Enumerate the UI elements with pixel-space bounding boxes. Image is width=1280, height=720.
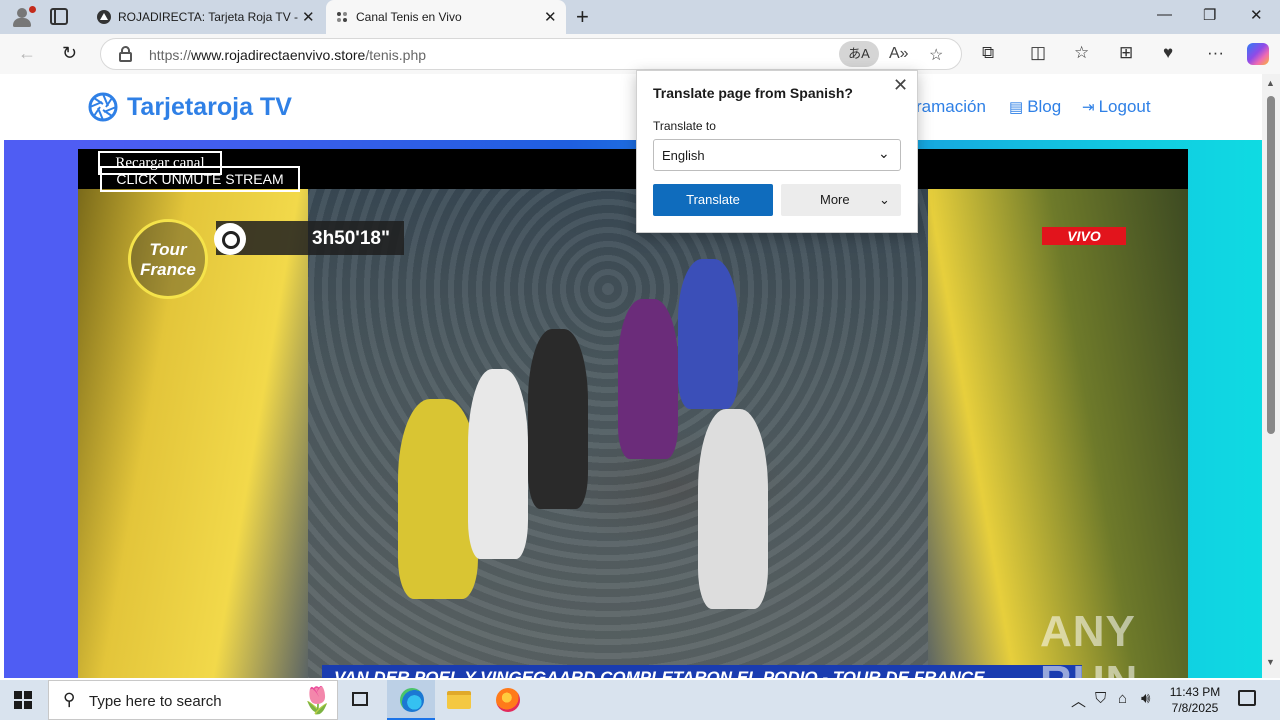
language-select[interactable]: English ⌄	[653, 139, 901, 171]
url-text: https://www.rojadirectaenvivo.store/teni…	[149, 47, 427, 63]
chevron-down-icon: ⌄	[879, 192, 890, 207]
favorites-icon[interactable]: ☆	[1074, 43, 1089, 63]
translate-to-label: Translate to	[653, 119, 716, 133]
flowers-icon: 🌷	[301, 685, 334, 715]
chevron-up-icon[interactable]: ︿	[1071, 690, 1086, 711]
tab-canal-tenis[interactable]: Canal Tenis en Vivo ✕	[326, 0, 566, 34]
player-background: 3h50'18" Tour France VIVO VAN DER POEL Y …	[4, 140, 1262, 678]
logout-icon: ⇥	[1082, 99, 1095, 116]
site-header: Tarjetaroja TV ramación ▤ Blog ⇥ Logout	[4, 74, 1262, 140]
close-tab-icon[interactable]: ✕	[544, 8, 557, 26]
scroll-up-icon[interactable]: ▲	[1266, 78, 1275, 88]
translate-button[interactable]: Translate	[653, 184, 773, 216]
more-menu-icon[interactable]: ···	[1207, 43, 1224, 63]
task-view-icon	[352, 692, 368, 706]
nav-logout[interactable]: ⇥ Logout	[1082, 97, 1151, 117]
favicon-icon	[337, 12, 347, 22]
nav-blog[interactable]: ▤ Blog	[1009, 97, 1061, 117]
browser-essentials-icon[interactable]: ♥	[1163, 43, 1173, 63]
split-screen-icon[interactable]: ◫	[1030, 43, 1046, 63]
restore-icon[interactable]: ❐	[1203, 6, 1216, 24]
edge-taskbar-button[interactable]	[387, 680, 435, 720]
minimize-icon[interactable]: —	[1157, 6, 1172, 23]
rider	[678, 259, 738, 409]
firefox-icon	[496, 688, 520, 712]
rider	[618, 299, 678, 459]
unmute-stream-button[interactable]: CLICK UNMUTE STREAM	[100, 166, 300, 192]
close-popup-icon[interactable]: ✕	[893, 75, 908, 96]
scroll-thumb[interactable]	[1267, 96, 1275, 434]
search-icon: ⚲	[63, 690, 76, 709]
firefox-button[interactable]	[484, 680, 532, 720]
collections-icon[interactable]: ⊞	[1119, 43, 1133, 63]
news-ticker: VAN DER POEL Y VINGEGAARD COMPLETARON EL…	[322, 665, 1082, 678]
stopwatch-icon	[214, 223, 246, 255]
refresh-icon[interactable]: ↻	[62, 43, 77, 64]
rider	[698, 409, 768, 609]
chevron-down-icon: ⌄	[878, 145, 890, 161]
tour-de-france-logo: Tour France	[128, 219, 208, 299]
security-icon[interactable]: ⛉	[1095, 690, 1106, 707]
rider	[528, 329, 588, 509]
page-scrollbar[interactable]: ▲ ▼	[1262, 74, 1280, 678]
favicon-icon	[97, 10, 111, 24]
tab-actions-icon[interactable]	[50, 8, 68, 25]
race-timer: 3h50'18"	[312, 228, 390, 249]
site-brand[interactable]: Tarjetaroja TV	[127, 93, 292, 122]
more-button[interactable]: More ⌄	[781, 184, 901, 216]
tab-bar: ROJADIRECTA: Tarjeta Roja TV - Pi ✕ Cana…	[0, 0, 1280, 34]
notification-icon[interactable]	[1238, 690, 1256, 706]
crowd-right	[928, 189, 1188, 678]
back-icon[interactable]: ←	[18, 43, 36, 64]
translate-popup: Translate page from Spanish? ✕ Translate…	[636, 70, 918, 233]
close-tab-icon[interactable]: ✕	[302, 8, 315, 26]
close-window-icon[interactable]: ✕	[1250, 6, 1263, 24]
edge-icon	[400, 688, 424, 712]
nav-programacion[interactable]: ramación	[916, 97, 986, 117]
new-tab-icon[interactable]: +	[576, 4, 589, 30]
web-page: Tarjetaroja TV ramación ▤ Blog ⇥ Logout 3h…	[0, 74, 1262, 678]
folder-icon	[447, 691, 471, 709]
address-bar-row: ← ↻ https://www.rojadirectaenvivo.store/…	[0, 34, 1280, 74]
translate-icon[interactable]: あA	[839, 41, 879, 67]
video-frame[interactable]: 3h50'18" Tour France VIVO VAN DER POEL Y …	[78, 189, 1188, 678]
anyrun-watermark: ANY RUN	[1040, 607, 1137, 678]
tab-rojadirecta[interactable]: ROJADIRECTA: Tarjeta Roja TV - Pi ✕	[88, 0, 324, 34]
windows-start-icon[interactable]	[14, 691, 32, 709]
address-bar[interactable]: https://www.rojadirectaenvivo.store/teni…	[100, 38, 962, 70]
scroll-down-icon[interactable]: ▼	[1266, 657, 1275, 667]
search-placeholder: Type here to search	[89, 693, 222, 710]
volume-icon[interactable]: 🔊︎	[1141, 690, 1150, 707]
rider	[398, 399, 478, 599]
tab-title: Canal Tenis en Vivo	[356, 10, 462, 24]
clock[interactable]: 11:43 PM 7/8/2025	[1160, 684, 1230, 716]
live-badge: VIVO	[1042, 227, 1126, 245]
read-aloud-icon[interactable]: A»	[889, 45, 909, 63]
rider	[468, 369, 528, 559]
task-view-button[interactable]	[336, 680, 384, 720]
aperture-logo-icon	[88, 92, 118, 122]
video-player[interactable]: 3h50'18" Tour France VIVO VAN DER POEL Y …	[78, 149, 1188, 678]
lock-icon[interactable]	[119, 46, 132, 62]
taskbar-search[interactable]: ⚲ Type here to search 🌷	[48, 680, 338, 720]
file-explorer-button[interactable]	[435, 680, 483, 720]
profile-icon[interactable]	[8, 5, 36, 29]
network-icon[interactable]: ⌂	[1118, 690, 1127, 707]
favorite-star-icon[interactable]: ☆	[929, 45, 943, 65]
copilot-icon[interactable]	[1247, 43, 1269, 65]
extensions-icon[interactable]: ⧉	[982, 43, 994, 63]
tab-title: ROJADIRECTA: Tarjeta Roja TV - Pi	[118, 10, 298, 24]
blog-icon: ▤	[1009, 99, 1024, 116]
popup-title: Translate page from Spanish?	[653, 85, 853, 101]
taskbar: ⚲ Type here to search 🌷 ︿ ⛉ ⌂ 🔊︎ 11:43 P…	[0, 680, 1280, 720]
